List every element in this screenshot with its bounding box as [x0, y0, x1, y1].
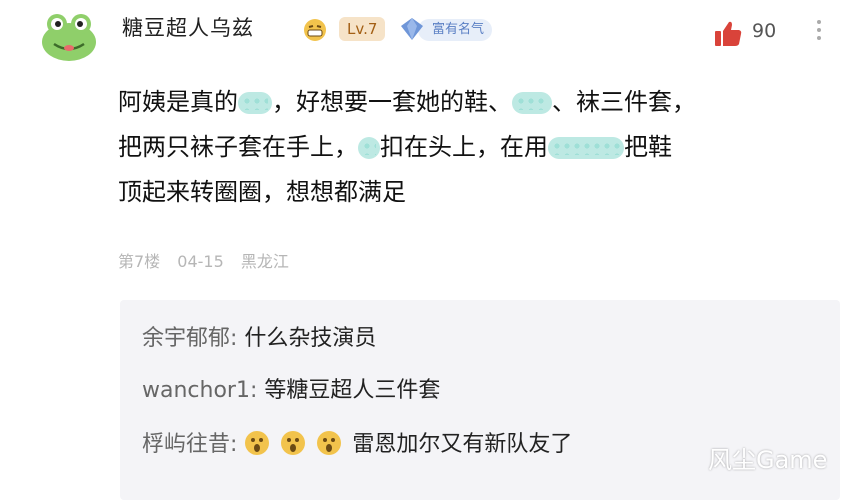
like-count: 90 — [752, 20, 777, 42]
watermark: 风尘Game — [708, 446, 828, 474]
floor-number: 第7楼 — [118, 252, 161, 271]
more-options-icon[interactable] — [812, 16, 826, 52]
content-text: 、袜三件套， — [552, 88, 696, 116]
reply-text: 什么杂技演员 — [244, 326, 377, 351]
reply-item[interactable]: wanchor1: 等糖豆超人三件套 — [142, 372, 440, 404]
censor-mask — [358, 137, 380, 159]
post-meta: 第7楼 04-15 黑龙江 — [118, 248, 301, 272]
content-text: 顶起来转圈圈，想想都满足 — [118, 178, 406, 206]
reply-item[interactable]: 余宇郁郁: 什么杂技演员 — [142, 320, 376, 352]
content-text: 把两只袜子套在手上， — [118, 133, 358, 161]
content-text: 扣在头上，在用 — [380, 133, 548, 161]
surprised-emoji-icon — [281, 431, 306, 455]
comment-content: 阿姨是真的 ，好想要一套她的鞋、 、袜三件套， 把两只袜子套在手上， 扣在头上，在用 把… — [118, 80, 838, 215]
diamond-icon — [401, 18, 423, 40]
reply-user[interactable]: 桴屿往昔: — [142, 432, 237, 457]
censor-mask — [548, 137, 624, 159]
content-text: 阿姨是真的 — [118, 88, 238, 116]
username[interactable]: 糖豆超人乌兹 — [122, 12, 254, 42]
censor-mask — [238, 92, 272, 114]
level-badge: Lv.7 — [339, 17, 386, 41]
reply-item[interactable]: 桴屿往昔: 雷恩加尔又有新队友了 — [142, 426, 572, 458]
thumbs-up-icon[interactable] — [712, 18, 744, 50]
fame-badge-label: 富有名气 — [418, 19, 493, 41]
censor-mask — [512, 92, 552, 114]
content-text: 把鞋 — [624, 133, 672, 161]
surprised-emoji-icon — [317, 431, 342, 455]
grin-emoji-icon — [304, 19, 326, 41]
reply-text: 雷恩加尔又有新队友了 — [352, 432, 573, 457]
fame-badge: 富有名气 — [398, 15, 510, 43]
user-avatar[interactable] — [40, 10, 98, 62]
reply-text: 等糖豆超人三件套 — [264, 378, 441, 403]
content-text: ，好想要一套她的鞋、 — [272, 88, 512, 116]
post-date: 04-15 — [177, 252, 224, 271]
post-location: 黑龙江 — [240, 252, 289, 271]
reply-user[interactable]: wanchor1: — [142, 378, 257, 403]
surprised-emoji-icon — [245, 431, 270, 455]
reply-user[interactable]: 余宇郁郁: — [142, 326, 237, 351]
